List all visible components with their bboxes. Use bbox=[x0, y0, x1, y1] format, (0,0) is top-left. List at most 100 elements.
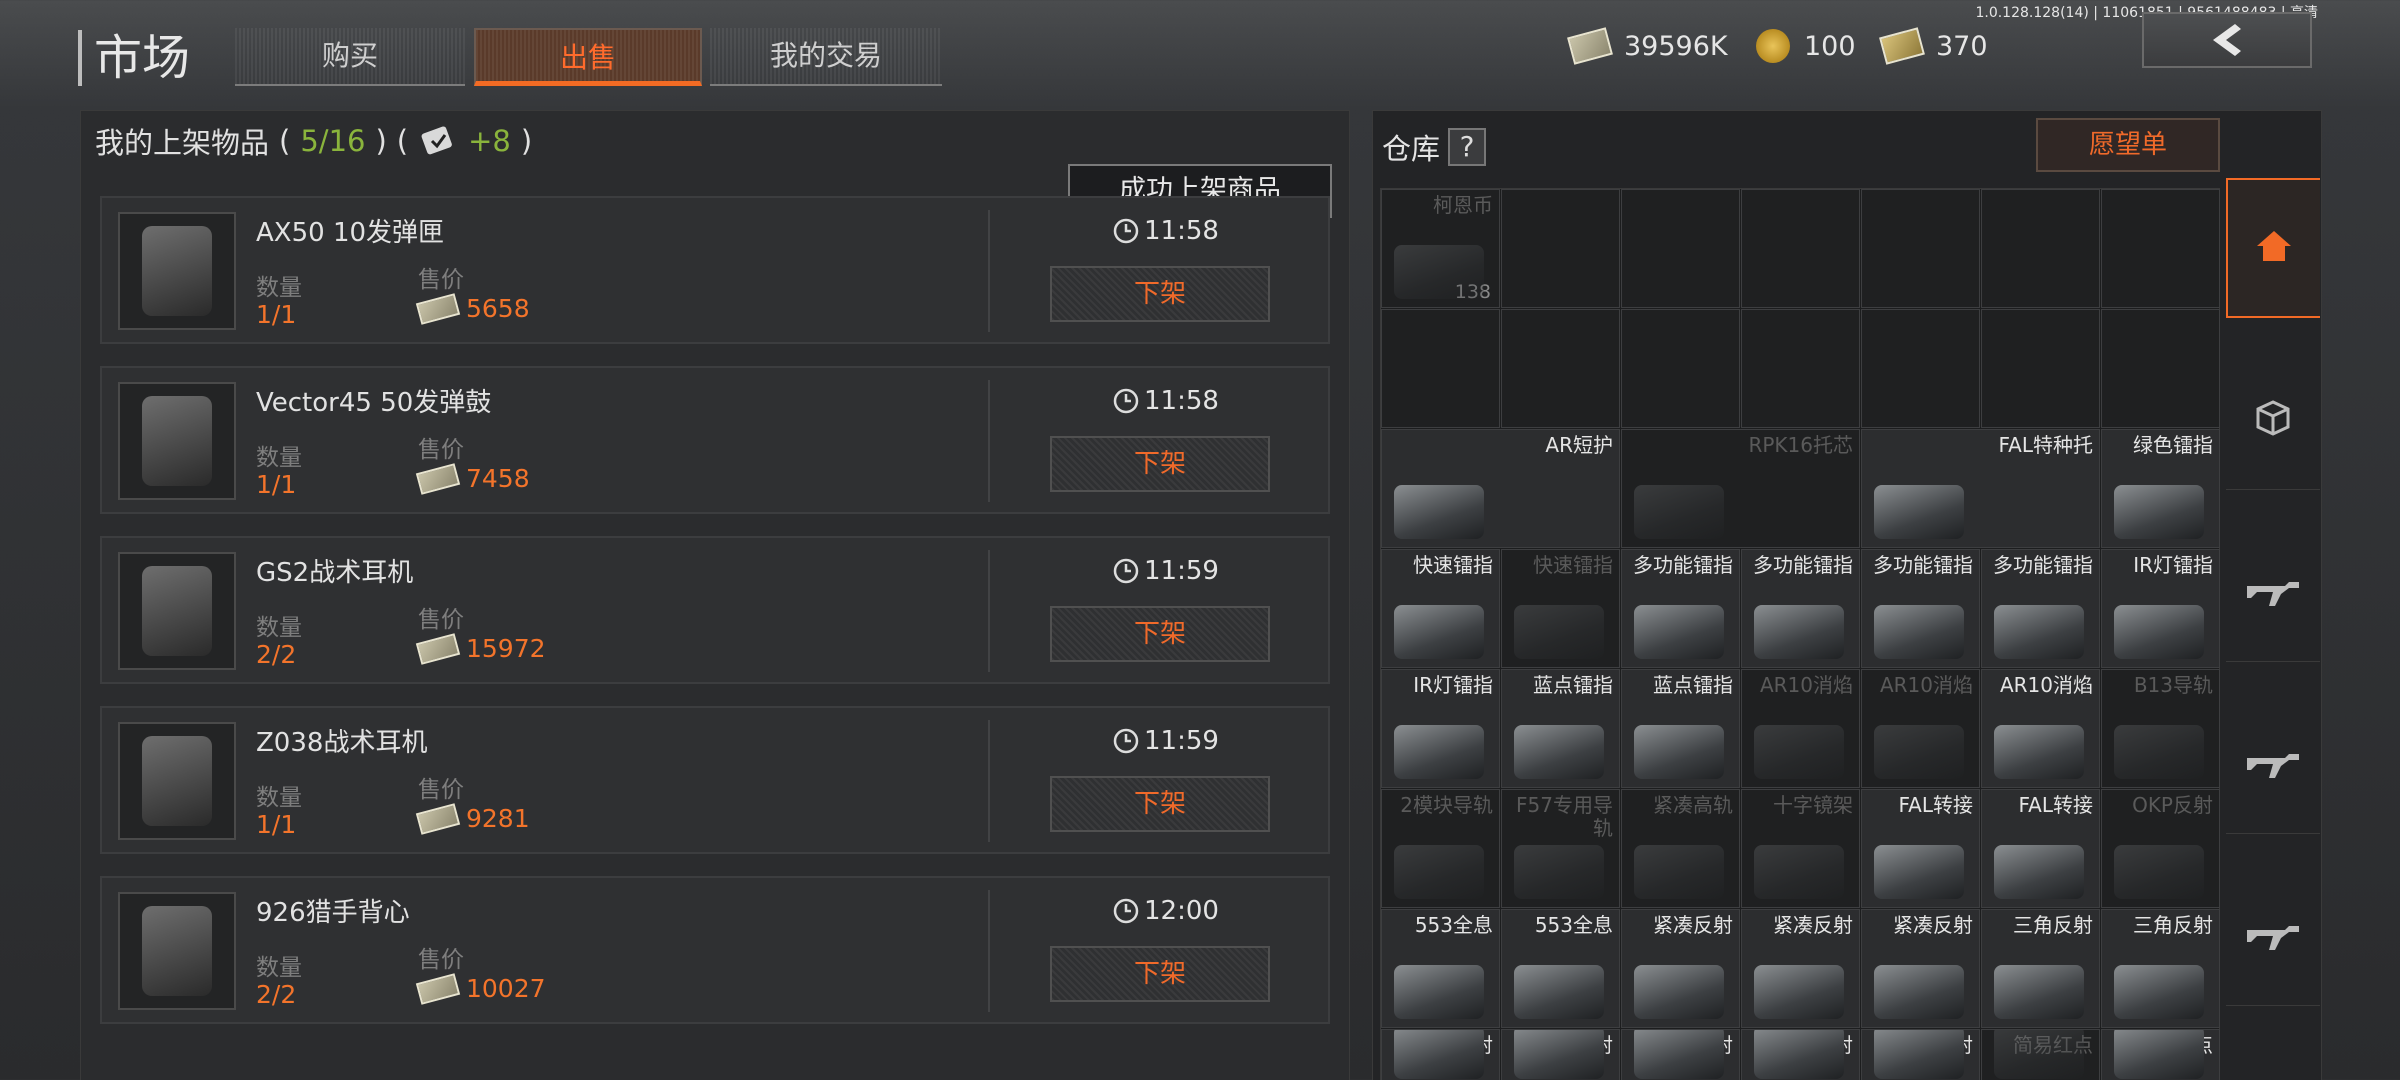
warehouse-item[interactable]: AR10消焰 bbox=[1981, 669, 2100, 788]
sidebar-tab-rifle[interactable] bbox=[2226, 522, 2320, 662]
warehouse-item[interactable]: 紧凑反射 bbox=[1741, 909, 1860, 1028]
empty-slot[interactable] bbox=[1861, 309, 1980, 428]
timer: 11:58 bbox=[1112, 216, 1219, 246]
warehouse-item[interactable]: 多功能镭指 bbox=[1621, 549, 1740, 668]
help-button[interactable]: ? bbox=[1448, 128, 1487, 166]
cash-value: 39596K bbox=[1624, 30, 1728, 62]
warehouse-item[interactable]: 三角反射 bbox=[1981, 909, 2100, 1028]
warehouse-item[interactable]: IR灯镭指 bbox=[1381, 669, 1500, 788]
warehouse-item[interactable]: 多功能镭指 bbox=[1741, 549, 1860, 668]
warehouse-item[interactable]: 紧凑高轨 bbox=[1621, 789, 1740, 908]
warehouse-item[interactable]: 柯恩币 138 bbox=[1381, 189, 1500, 308]
empty-slot[interactable] bbox=[1381, 309, 1500, 428]
warehouse-item[interactable]: 绿色镭指 bbox=[2101, 429, 2220, 548]
empty-slot[interactable] bbox=[2101, 309, 2220, 428]
price: 15972 bbox=[415, 632, 546, 665]
delist-button[interactable]: 下架 bbox=[1050, 606, 1270, 662]
empty-slot[interactable] bbox=[1741, 309, 1860, 428]
delist-button[interactable]: 下架 bbox=[1050, 946, 1270, 1002]
item-image bbox=[1634, 725, 1724, 779]
empty-slot[interactable] bbox=[1861, 189, 1980, 308]
back-button[interactable] bbox=[2142, 12, 2312, 68]
empty-slot[interactable] bbox=[2101, 189, 2220, 308]
item-image bbox=[1994, 965, 2084, 1019]
warehouse-item[interactable]: 简易红点 bbox=[1981, 1029, 2100, 1080]
tab-buy[interactable]: 购买 bbox=[235, 28, 465, 86]
item-label: 三角反射 bbox=[2133, 913, 2213, 937]
item-name: GS2战术耳机 bbox=[256, 558, 414, 588]
warehouse-item[interactable]: OKP反射 bbox=[2101, 789, 2220, 908]
delist-button[interactable]: 下架 bbox=[1050, 436, 1270, 492]
price-value: 9281 bbox=[466, 804, 530, 833]
warehouse-item[interactable]: FAL转接 bbox=[1981, 789, 2100, 908]
warehouse-item[interactable]: 蓝点镭指 bbox=[1501, 669, 1620, 788]
warehouse-item[interactable]: RPK16托芯 bbox=[1621, 429, 1860, 548]
empty-slot[interactable] bbox=[1981, 309, 2100, 428]
price: 5658 bbox=[415, 292, 530, 325]
warehouse-item[interactable]: PK反射 bbox=[1621, 1029, 1740, 1080]
warehouse-item[interactable]: PK反射 bbox=[1861, 1029, 1980, 1080]
listings-header: 我的上架物品 (5/16) ( +8 ) bbox=[95, 120, 532, 162]
warehouse-item[interactable]: PK反射 bbox=[1741, 1029, 1860, 1080]
warehouse-title: 仓库 bbox=[1382, 132, 1441, 166]
warehouse-item[interactable]: 多功能镭指 bbox=[1981, 549, 2100, 668]
empty-slot[interactable] bbox=[1621, 309, 1740, 428]
time-value: 12:00 bbox=[1144, 896, 1219, 926]
empty-slot[interactable] bbox=[1981, 189, 2100, 308]
warehouse-header: 仓库 ? bbox=[1382, 126, 1487, 168]
time-value: 11:59 bbox=[1144, 726, 1219, 756]
tab-my-trades[interactable]: 我的交易 bbox=[710, 28, 942, 86]
item-thumbnail[interactable] bbox=[118, 722, 236, 840]
sidebar-tab-box[interactable] bbox=[2226, 350, 2320, 490]
item-image bbox=[1394, 605, 1484, 659]
sidebar-tab-home[interactable] bbox=[2226, 178, 2320, 318]
warehouse-item[interactable]: 快速镭指 bbox=[1501, 549, 1620, 668]
delist-button[interactable]: 下架 bbox=[1050, 776, 1270, 832]
empty-slot[interactable] bbox=[1501, 189, 1620, 308]
warehouse-item[interactable]: AR短护 bbox=[1381, 429, 1620, 548]
empty-slot[interactable] bbox=[1741, 189, 1860, 308]
wishlist-button[interactable]: 愿望单 bbox=[2036, 118, 2220, 172]
warehouse-item[interactable]: 三角反射 bbox=[2101, 909, 2220, 1028]
warehouse-item[interactable]: 简易红点 bbox=[2101, 1029, 2220, 1080]
warehouse-item[interactable]: 蓝点镭指 bbox=[1621, 669, 1740, 788]
warehouse-item[interactable]: AR10消焰 bbox=[1861, 669, 1980, 788]
warehouse-item[interactable]: FAL转接 bbox=[1861, 789, 1980, 908]
item-thumbnail[interactable] bbox=[118, 892, 236, 1010]
warehouse-item[interactable]: 十字镜架 bbox=[1741, 789, 1860, 908]
item-thumbnail[interactable] bbox=[118, 212, 236, 330]
warehouse-item[interactable]: B13导轨 bbox=[2101, 669, 2220, 788]
timer: 11:59 bbox=[1112, 726, 1219, 756]
tab-sell[interactable]: 出售 bbox=[474, 28, 702, 86]
warehouse-item[interactable]: 818反射 bbox=[1381, 1029, 1500, 1080]
delist-button[interactable]: 下架 bbox=[1050, 266, 1270, 322]
warehouse-item[interactable]: 553全息 bbox=[1501, 909, 1620, 1028]
item-label: AR短护 bbox=[1545, 433, 1613, 457]
item-image bbox=[1394, 845, 1484, 899]
item-image bbox=[1874, 725, 1964, 779]
empty-slot[interactable] bbox=[1621, 189, 1740, 308]
warehouse-item[interactable]: IR灯镭指 bbox=[2101, 549, 2220, 668]
item-thumbnail[interactable] bbox=[118, 382, 236, 500]
warehouse-item[interactable]: AR10消焰 bbox=[1741, 669, 1860, 788]
item-thumbnail[interactable] bbox=[118, 552, 236, 670]
divider bbox=[988, 380, 990, 502]
item-image bbox=[1394, 245, 1484, 299]
warehouse-item[interactable]: 2模块导轨 bbox=[1381, 789, 1500, 908]
sidebar-tab-rifle[interactable] bbox=[2226, 694, 2320, 834]
divider bbox=[988, 550, 990, 672]
warehouse-item[interactable]: FAL特种托 bbox=[1861, 429, 2100, 548]
warehouse-item[interactable]: 紧凑反射 bbox=[1621, 909, 1740, 1028]
cash-icon bbox=[415, 462, 461, 495]
warehouse-item[interactable]: 紧凑反射 bbox=[1861, 909, 1980, 1028]
empty-slot[interactable] bbox=[1501, 309, 1620, 428]
warehouse-item[interactable]: PK反射 bbox=[1501, 1029, 1620, 1080]
warehouse-item[interactable]: 多功能镭指 bbox=[1861, 549, 1980, 668]
warehouse-item[interactable]: 快速镭指 bbox=[1381, 549, 1500, 668]
warehouse-item[interactable]: F57专用导轨 bbox=[1501, 789, 1620, 908]
voucher-icon bbox=[1879, 27, 1925, 65]
warehouse-item[interactable]: 553全息 bbox=[1381, 909, 1500, 1028]
currency-coin: 100 bbox=[1756, 24, 1856, 68]
cash-icon bbox=[415, 802, 461, 835]
sidebar-tab-rifle[interactable] bbox=[2226, 866, 2320, 1006]
